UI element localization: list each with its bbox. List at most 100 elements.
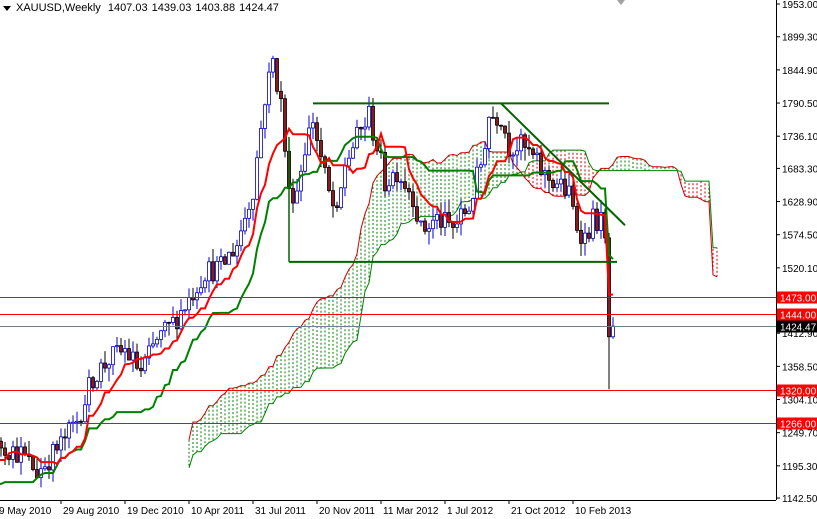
candle-bear: [587, 232, 591, 239]
candle-bear: [335, 205, 339, 209]
candle-bull: [303, 154, 307, 172]
candle-bull: [467, 210, 471, 215]
level-label: 1444.00: [780, 311, 817, 322]
candle-bear: [463, 208, 467, 215]
x-tick-label: 29 Aug 2010: [63, 506, 120, 517]
candle-bear: [499, 124, 503, 127]
close-value: 1424.47: [239, 2, 279, 14]
price-chart[interactable]: 1473.001444.001320.001266.001953.001899.…: [0, 0, 817, 519]
candle-bear: [119, 345, 123, 353]
senkou-span-b-line: [188, 149, 717, 468]
candle-bull: [75, 420, 79, 423]
candle-bull: [67, 422, 71, 439]
open-value: 1407.03: [107, 2, 148, 14]
candle-bull: [99, 362, 103, 382]
candle-bear: [0, 440, 3, 449]
candle-bear: [327, 167, 331, 192]
candle-bear: [63, 436, 67, 439]
candle-bull: [387, 185, 391, 192]
candle-bear: [495, 117, 499, 126]
candle-bull: [419, 220, 423, 223]
y-tick-label: 1249.70: [782, 429, 817, 440]
candle-bull: [131, 351, 135, 361]
candle-bull: [107, 364, 111, 369]
candle-bull: [567, 185, 571, 196]
y-tick-label: 1683.30: [782, 164, 817, 175]
candle-bear: [55, 443, 59, 451]
candle-bear: [23, 446, 27, 455]
candle-bull: [267, 71, 271, 106]
x-tick-label: 20 Nov 2011: [319, 506, 375, 517]
candle-bull: [251, 198, 255, 210]
candle-bear: [319, 140, 323, 158]
candle-bull: [43, 466, 47, 470]
candle-bull: [483, 148, 487, 166]
candle-bear: [103, 362, 107, 369]
candle-bull: [347, 157, 351, 167]
candle-bear: [527, 147, 531, 150]
candle-bull: [243, 217, 247, 232]
candle-bull: [123, 348, 127, 353]
candle-bull: [367, 105, 371, 128]
y-tick-label: 1520.10: [782, 264, 817, 275]
level-label: 1473.00: [780, 294, 817, 305]
candle-bear: [211, 261, 215, 282]
candle-bear: [531, 148, 535, 155]
candle-bear: [47, 466, 51, 471]
candle-bear: [539, 152, 543, 176]
candle-bear: [423, 220, 427, 232]
candle-bear: [563, 178, 567, 196]
candle-bear: [231, 251, 235, 257]
y-tick-label: 1953.00: [782, 0, 817, 11]
candle-bull: [219, 256, 223, 262]
candle-bull: [343, 165, 347, 189]
candle-bear: [503, 125, 507, 134]
candle-bull: [511, 154, 515, 157]
candle-bull: [611, 325, 615, 338]
candle-bull: [239, 230, 243, 247]
candle-bull: [487, 116, 491, 149]
candle-bear: [279, 90, 283, 100]
candle-bear: [127, 348, 131, 361]
candle-bear: [31, 456, 35, 470]
candle-bull: [159, 330, 163, 340]
candle-bear: [359, 126, 363, 130]
candle-bear: [415, 206, 419, 222]
tenkan-sen-line: [0, 126, 613, 466]
candle-bear: [439, 214, 443, 228]
x-tick-label: 31 Jul 2011: [255, 506, 306, 517]
candle-bear: [283, 98, 287, 152]
high-value: 1439.03: [151, 2, 192, 14]
candle-bull: [87, 377, 91, 406]
candle-bull: [271, 58, 275, 73]
dropdown-triangle-icon[interactable]: [3, 5, 11, 11]
candle-bear: [411, 191, 415, 208]
candle-bull: [195, 292, 199, 301]
y-tick-label: 1899.30: [782, 33, 817, 44]
y-tick-label: 1844.90: [782, 66, 817, 77]
x-tick-label: 19 Dec 2010: [127, 506, 184, 517]
y-tick-label: 1304.10: [782, 396, 817, 407]
candle-bear: [3, 447, 7, 456]
candle-bear: [291, 188, 295, 204]
candle-bull: [391, 172, 395, 187]
candle-bull: [295, 190, 299, 204]
candle-bear: [403, 181, 407, 189]
candle-bear: [579, 229, 583, 244]
candle-bear: [491, 116, 495, 119]
candle-bull: [259, 128, 263, 159]
candle-bull: [171, 317, 175, 323]
candle-bull: [203, 280, 207, 289]
candle-bear: [575, 205, 579, 231]
y-tick-label: 1142.50: [782, 494, 817, 505]
y-tick-label: 1790.50: [782, 99, 817, 110]
candle-bull: [235, 245, 239, 257]
candle-bull: [535, 152, 539, 155]
candle-bull: [247, 208, 251, 219]
candle-bull: [59, 436, 63, 451]
candle-bear: [167, 321, 171, 324]
x-tick-label: 11 Mar 2012: [383, 506, 439, 517]
candle-bear: [91, 377, 95, 389]
candle-bull: [155, 339, 159, 345]
low-value: 1403.88: [195, 2, 236, 14]
